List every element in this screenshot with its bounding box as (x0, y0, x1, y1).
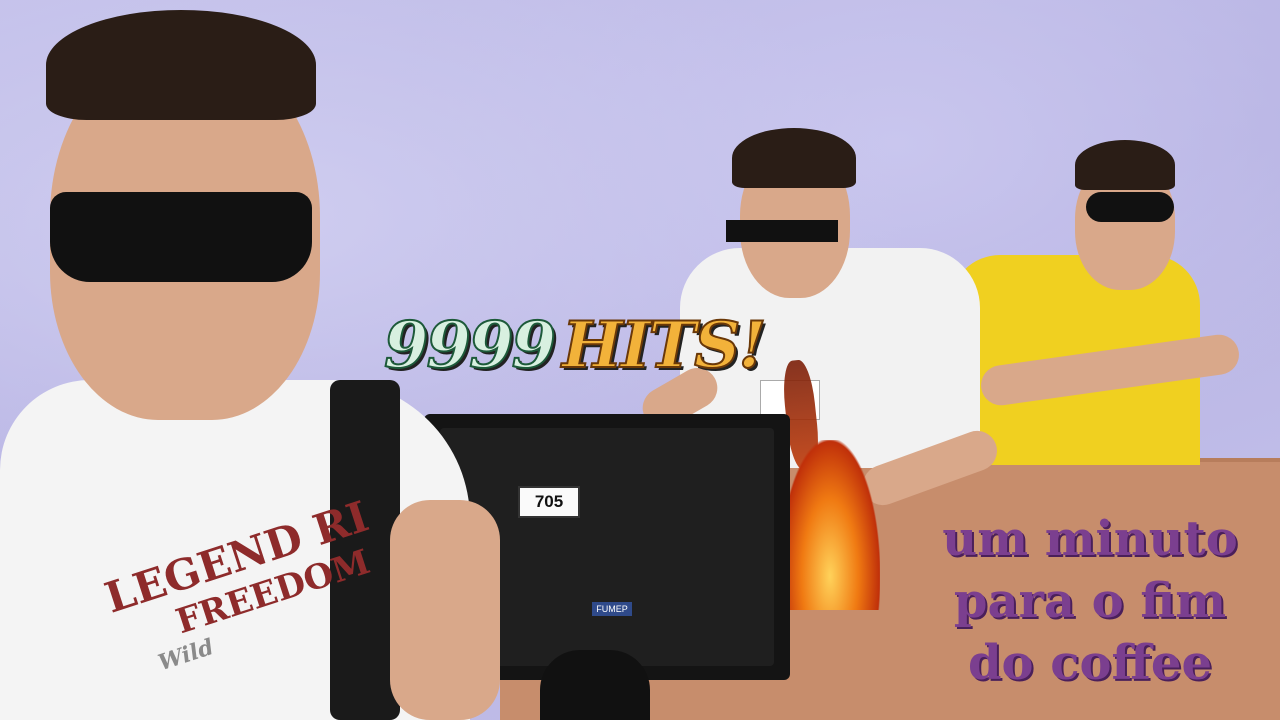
caption-text: um minuto para o fim do coffee (920, 508, 1260, 694)
monitor-stand (540, 650, 650, 720)
hits-word: HITS! (561, 307, 767, 384)
hits-overlay: 9999 HITS! (383, 307, 767, 384)
hits-number: 9999 (383, 307, 557, 384)
caption-line-1: um minuto (942, 511, 1238, 567)
monitor-number-tag: 705 (518, 486, 580, 518)
black-sunglasses (50, 192, 312, 282)
caption-line-2: para o fim (953, 573, 1227, 629)
fire (780, 440, 880, 610)
pixel-sunglasses (726, 220, 838, 242)
caption-line-3: do coffee (967, 635, 1212, 691)
round-sunglasses (1086, 192, 1174, 222)
monitor-brand-sticker: FUMEP (592, 602, 632, 616)
